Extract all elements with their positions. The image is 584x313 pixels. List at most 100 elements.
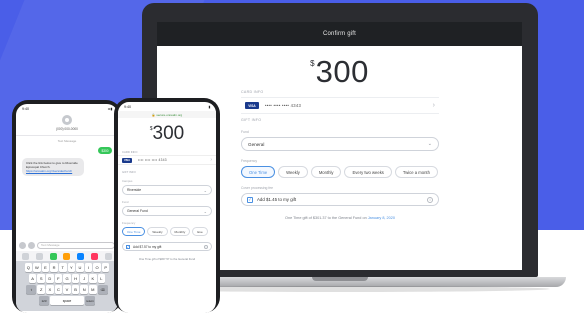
summary-text: One Time gift of $301.37 to the General … — [285, 216, 367, 220]
camera-icon[interactable] — [19, 241, 26, 249]
gift-amount: $ 300 — [157, 54, 522, 90]
key[interactable]: M — [88, 285, 97, 294]
card-selector[interactable]: VISA •••• •••• •••• 4343 › — [241, 97, 439, 114]
key[interactable]: H — [71, 274, 80, 283]
cover-fee-text: Add $1.45 to my gift — [257, 197, 297, 202]
frequency-option-every-two-weeks[interactable]: Every two weeks — [344, 166, 392, 178]
apps-icon[interactable] — [28, 241, 35, 249]
chevron-down-icon: ⌄ — [427, 141, 432, 147]
frequency-label: Frequency — [241, 159, 258, 163]
browser-url-bar[interactable]: 🔒 secure.onrealm.org — [118, 111, 216, 118]
gift-amount: $ 300 — [118, 123, 216, 145]
visa-icon: VISA — [122, 157, 132, 163]
info-icon[interactable] — [204, 244, 208, 249]
card-info-label: CARD INFO — [241, 90, 264, 94]
signal-icon: ••• ▮ — [107, 106, 113, 111]
message-input-bar: Text Message — [16, 239, 118, 251]
received-message-bubble: Click the link below to give to Riversid… — [22, 158, 84, 177]
checkbox-checked-icon[interactable]: ✓ — [247, 196, 253, 203]
key[interactable]: D — [46, 274, 54, 283]
key[interactable]: S — [37, 274, 46, 283]
cover-fee-label: Cover processing fee — [241, 186, 274, 190]
fund-select[interactable]: General Fund ⌄ — [122, 206, 212, 216]
amount-value[interactable]: 300 — [153, 123, 185, 145]
contact-number: (000) 000-0000 — [56, 127, 78, 131]
backspace-key[interactable]: ⌫ — [97, 285, 108, 294]
frequency-option-monthly[interactable]: Monthly — [310, 166, 342, 178]
status-bar: 9:40 ••• ▮ — [16, 104, 118, 113]
frequency-option-one-time[interactable]: One Time — [241, 166, 276, 178]
key[interactable]: Y — [67, 263, 76, 272]
key[interactable]: C — [54, 285, 63, 294]
gift-info-label: GIFT INFO — [122, 170, 136, 174]
numbers-key[interactable]: 123 — [39, 296, 49, 305]
status-time: 9:40 — [124, 104, 131, 109]
app-icon-pay[interactable] — [49, 252, 57, 260]
frequency-option-one-time[interactable]: One Time — [122, 227, 146, 236]
cover-fee-toggle[interactable]: ✓ Add $7.57 to my gift — [122, 242, 212, 251]
key[interactable]: G — [63, 274, 71, 283]
contact-avatar-icon[interactable] — [62, 115, 72, 125]
cover-fee-text: Add $7.57 to my gift — [133, 244, 162, 249]
cover-fee-toggle[interactable]: ✓ Add $1.45 to my gift i — [241, 193, 439, 206]
frequency-option-weekly[interactable]: Weekly — [278, 166, 308, 178]
card-selector[interactable]: VISA •••• •••• •••• 4343 › — [118, 155, 216, 165]
chevron-right-icon: › — [432, 102, 435, 109]
app-icon-store[interactable] — [36, 252, 44, 260]
app-icon-more[interactable] — [104, 252, 112, 260]
divider — [16, 135, 118, 136]
frequency-option-every[interactable]: Eve — [192, 227, 208, 236]
frequency-option-twice-a-month[interactable]: Twice a month — [394, 166, 438, 178]
frequency-option-weekly[interactable]: Weekly — [147, 227, 168, 236]
card-number: •••• •••• •••• 4343 — [265, 103, 302, 108]
summary-date-link[interactable]: January 8, 2020 — [368, 216, 395, 220]
key[interactable]: B — [71, 285, 80, 294]
key[interactable]: F — [54, 274, 63, 283]
app-icon-memoji[interactable] — [63, 252, 71, 260]
frequency-label: Frequency — [122, 221, 136, 225]
key[interactable]: A — [28, 274, 37, 283]
app-drawer — [16, 251, 118, 261]
campus-label: Campus — [122, 179, 133, 183]
shift-key[interactable]: ⇧ — [26, 285, 37, 294]
gift-summary: One Time gift of $301.37 to the General … — [241, 216, 439, 220]
amount-value[interactable]: 300 — [316, 54, 369, 90]
app-icon-photos[interactable] — [22, 252, 30, 260]
frequency-options: One Time Weekly Monthly Every two weeks … — [241, 166, 439, 178]
frequency-option-monthly[interactable]: Monthly — [169, 227, 191, 236]
key[interactable]: N — [80, 285, 88, 294]
key[interactable]: I — [84, 263, 93, 272]
key[interactable]: W — [33, 263, 41, 272]
key[interactable]: Z — [37, 285, 46, 294]
info-icon[interactable]: i — [427, 196, 433, 203]
key[interactable]: J — [80, 274, 88, 283]
key[interactable]: T — [58, 263, 67, 272]
laptop-notch — [312, 277, 368, 281]
key[interactable]: U — [76, 263, 84, 272]
phone-app-screen: 9:40 ▮ 🔒 secure.onrealm.org $ 300 CARD I… — [118, 102, 216, 313]
page-title: Confirm gift — [157, 22, 522, 46]
key[interactable]: E — [41, 263, 50, 272]
battery-icon: ▮ — [208, 104, 211, 109]
space-key[interactable]: space — [50, 296, 84, 305]
key[interactable]: R — [50, 263, 58, 272]
key[interactable]: P — [101, 263, 110, 272]
key[interactable]: K — [88, 274, 97, 283]
fund-select[interactable]: General ⌄ — [241, 137, 439, 151]
app-icon-heart[interactable] — [90, 252, 98, 260]
status-bar: 9:40 ▮ — [118, 102, 216, 111]
key[interactable]: O — [93, 263, 101, 272]
checkbox-checked-icon[interactable]: ✓ — [126, 244, 130, 249]
frequency-options: One Time Weekly Monthly Eve — [122, 227, 216, 236]
giving-link[interactable]: https://onrealm.org/riversidechurch — [26, 169, 72, 173]
message-timestamp: Text Message — [57, 139, 77, 143]
key[interactable]: L — [97, 274, 106, 283]
app-icon-music[interactable] — [77, 252, 85, 260]
key[interactable]: Q — [24, 263, 33, 272]
message-input[interactable]: Text Message — [37, 241, 115, 249]
campus-select[interactable]: Riverside ⌄ — [122, 185, 212, 195]
key[interactable]: X — [46, 285, 54, 294]
return-key[interactable]: return — [85, 296, 95, 305]
key[interactable]: V — [63, 285, 71, 294]
gift-info-label: GIFT INFO — [241, 118, 262, 122]
